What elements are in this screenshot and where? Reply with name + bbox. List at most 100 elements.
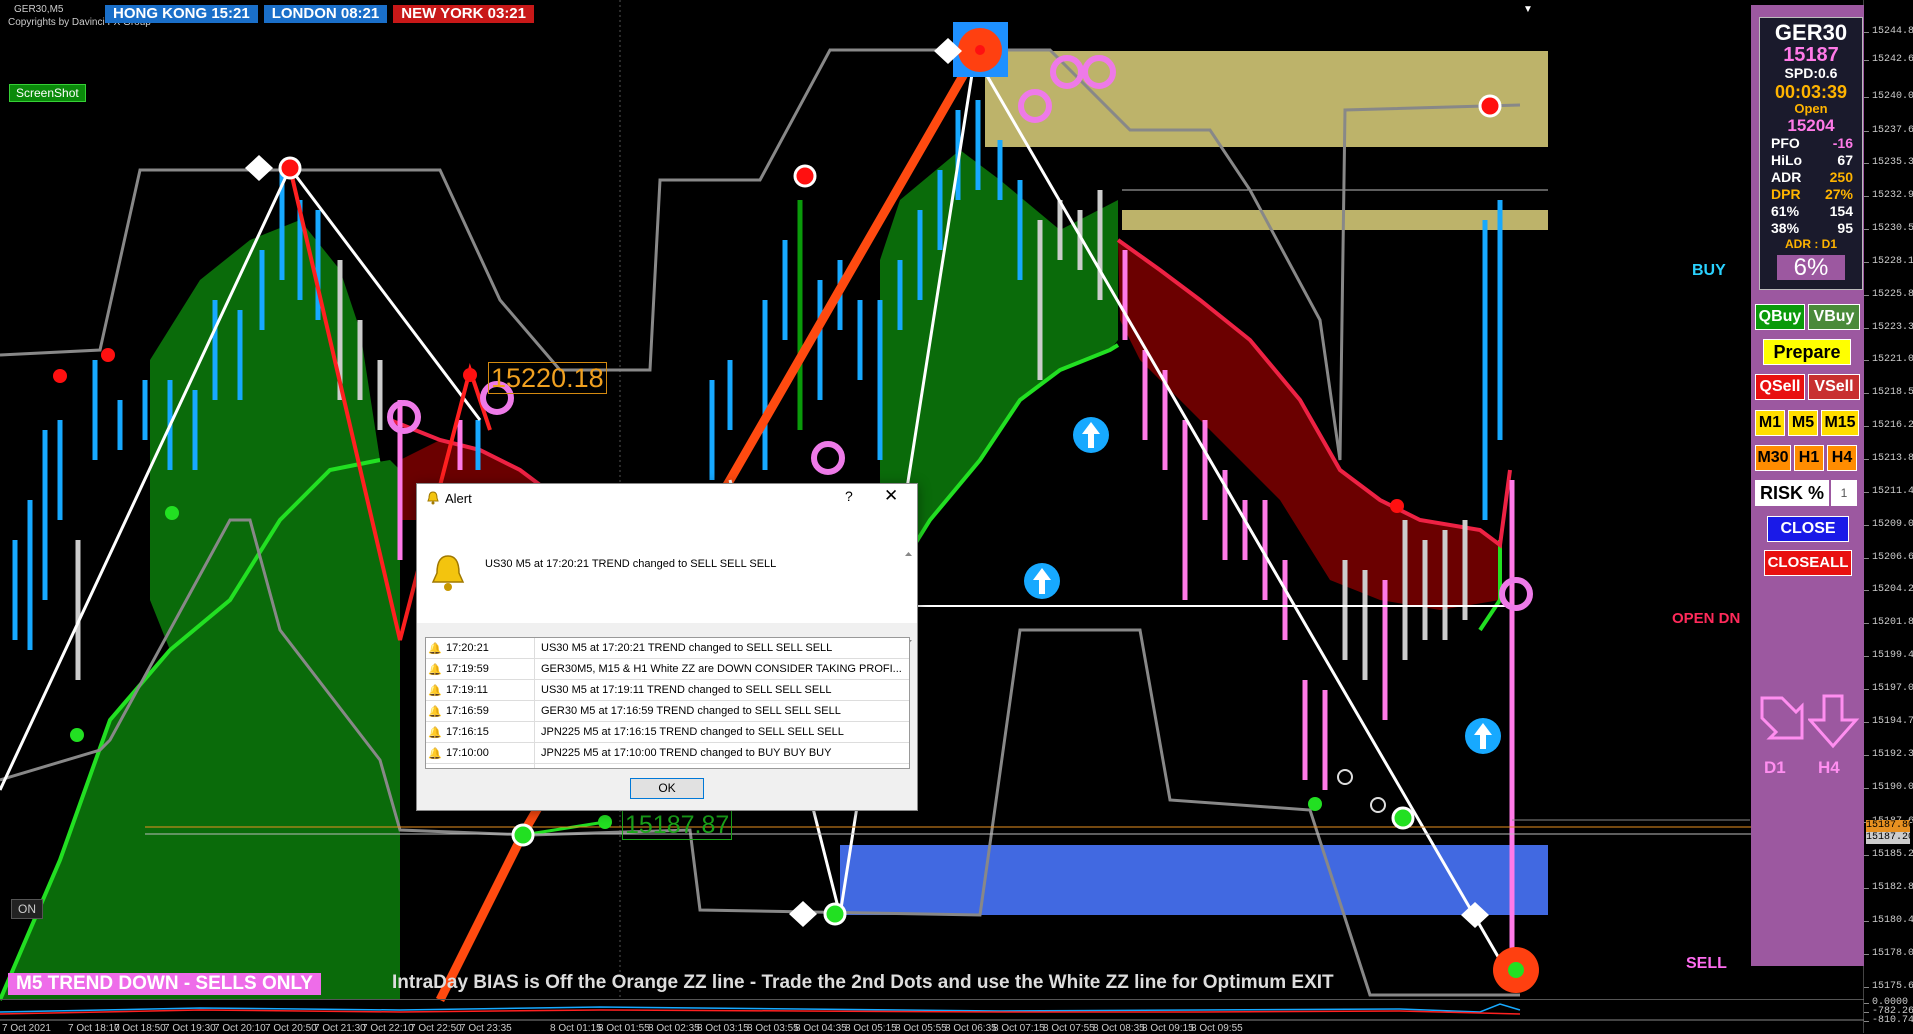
time-tick: 7 Oct 20:50 bbox=[265, 1023, 317, 1034]
alert-time: 17:10:00 bbox=[444, 743, 535, 763]
bias-note: IntraDay BIAS is Off the Orange ZZ line … bbox=[392, 972, 1334, 993]
alert-list-item[interactable]: 🔔 17:19:11 US30 M5 at 17:19:11 TREND chang… bbox=[426, 680, 909, 701]
price-tick-mark bbox=[1864, 590, 1869, 591]
alert-list-item[interactable]: 🔔 17:19:59 GER30M5, M15 & H1 White ZZ are … bbox=[426, 659, 909, 680]
alert-history-list[interactable]: 🔔 17:20:21 US30 M5 at 17:20:21 TREND chang… bbox=[425, 637, 910, 769]
price-tick: 15223.35 bbox=[1872, 322, 1913, 333]
price-tick: 15230.55 bbox=[1872, 223, 1913, 234]
time-tick: 8 Oct 07:15 bbox=[993, 1023, 1045, 1034]
bell-icon: 🔔 bbox=[428, 705, 442, 718]
price-tick: 15199.45 bbox=[1872, 650, 1913, 661]
time-tick: 8 Oct 06:35 bbox=[945, 1023, 997, 1034]
price-tick: 15178.00 bbox=[1872, 948, 1913, 959]
tf-m5-button[interactable]: M5 bbox=[1788, 410, 1818, 436]
qbuy-button[interactable]: QBuy bbox=[1755, 304, 1805, 330]
ok-button[interactable]: OK bbox=[630, 778, 704, 799]
screenshot-button[interactable]: ScreenShot bbox=[9, 84, 86, 102]
price-tick-mark bbox=[1864, 1021, 1869, 1022]
alert-list-item[interactable]: 🔔 17:20:21 US30 M5 at 17:20:21 TREND chang… bbox=[426, 638, 909, 659]
vbuy-button[interactable]: VBuy bbox=[1808, 304, 1860, 330]
time-tick: 7 Oct 2021 bbox=[2, 1023, 51, 1034]
price-tick: 15235.30 bbox=[1872, 157, 1913, 168]
time-tick: 8 Oct 02:35 bbox=[648, 1023, 700, 1034]
alert-text: GER30 M5 at 17:16:59 TREND changed to SE… bbox=[541, 705, 841, 717]
price-tick-mark bbox=[1864, 722, 1869, 723]
time-tick: 8 Oct 05:15 bbox=[845, 1023, 897, 1034]
price-tick-mark bbox=[1864, 525, 1869, 526]
info-row: ADR 250 bbox=[1760, 169, 1862, 186]
alert-list-item[interactable]: 🔔 17:10:00 JPN225 M5 at 17:10:00 TREND cha… bbox=[426, 743, 909, 764]
alert-dialog: Alert ? ✕ US30 M5 at 17:20:21 TREND chan… bbox=[416, 483, 918, 811]
price-tick-mark bbox=[1864, 393, 1869, 394]
close-button[interactable]: CLOSE bbox=[1767, 516, 1849, 542]
bell-icon: 🔔 bbox=[428, 663, 442, 676]
message-scrollbar[interactable] bbox=[903, 549, 914, 647]
price-tick-mark bbox=[1864, 921, 1869, 922]
time-tick: 8 Oct 01:55 bbox=[598, 1023, 650, 1034]
tf-m15-button[interactable]: M15 bbox=[1821, 410, 1859, 436]
time-tick: 7 Oct 23:35 bbox=[460, 1023, 512, 1034]
closeall-button[interactable]: CLOSEALL bbox=[1764, 550, 1852, 576]
price-tick-mark bbox=[1864, 623, 1869, 624]
vsell-button[interactable]: VSell bbox=[1808, 374, 1860, 400]
time-tick: 8 Oct 03:55 bbox=[747, 1023, 799, 1034]
chart-close-icon[interactable]: ▼ bbox=[1523, 4, 1533, 15]
alert-time: 17:16:59 bbox=[444, 701, 535, 721]
info-row: 38% 95 bbox=[1760, 220, 1862, 237]
price-tick-mark bbox=[1864, 788, 1869, 789]
tf-m30-button[interactable]: M30 bbox=[1755, 445, 1791, 471]
info-row-label: PFO bbox=[1771, 135, 1800, 151]
alert-title: Alert bbox=[445, 491, 472, 506]
price-tick: 15209.05 bbox=[1872, 519, 1913, 530]
help-button[interactable]: ? bbox=[845, 488, 853, 504]
alert-list-item[interactable]: 🔔17:09:35JPN225 M5 at 17:09:35 TREND cha… bbox=[426, 764, 909, 769]
tf-m1-button[interactable]: M1 bbox=[1755, 410, 1785, 436]
price-tick-mark bbox=[1864, 60, 1869, 61]
tf-h4-button[interactable]: H4 bbox=[1827, 445, 1857, 471]
on-toggle-button[interactable]: ON bbox=[11, 899, 43, 919]
price-label-low: 15187.87 bbox=[622, 810, 733, 840]
info-row-value: 95 bbox=[1837, 220, 1853, 236]
qsell-button[interactable]: QSell bbox=[1755, 374, 1805, 400]
price-tick: 15216.20 bbox=[1872, 420, 1913, 431]
time-tick: 7 Oct 19:30 bbox=[164, 1023, 216, 1034]
price-tick: 15232.90 bbox=[1872, 190, 1913, 201]
bell-icon: 🔔 bbox=[428, 642, 442, 655]
info-row-value: -16 bbox=[1832, 135, 1853, 151]
bell-icon: 🔔 bbox=[426, 768, 444, 769]
price-tick-mark bbox=[1864, 32, 1869, 33]
open-dn-label: OPEN DN bbox=[1672, 610, 1741, 627]
prepare-button[interactable]: Prepare bbox=[1763, 339, 1851, 365]
price-tick: 15204.25 bbox=[1872, 584, 1913, 595]
alert-list-item[interactable]: 🔔 17:16:15 JPN225 M5 at 17:16:15 TREND cha… bbox=[426, 722, 909, 743]
price-tick: 15192.30 bbox=[1872, 749, 1913, 760]
price-chart[interactable] bbox=[0, 0, 1913, 1033]
price-tick: 15206.65 bbox=[1872, 552, 1913, 563]
alert-text: JPN225 M5 at 17:10:00 TREND changed to B… bbox=[541, 747, 832, 759]
price-tick: 15225.80 bbox=[1872, 289, 1913, 300]
price-tick: 15175.65 bbox=[1872, 981, 1913, 992]
alert-titlebar[interactable]: Alert ? ✕ bbox=[417, 484, 917, 513]
close-dialog-button[interactable]: ✕ bbox=[884, 486, 898, 506]
trend-status-banner: M5 TREND DOWN - SELLS ONLY bbox=[8, 973, 321, 995]
price-tick-mark bbox=[1864, 954, 1869, 955]
tf-h1-button[interactable]: H1 bbox=[1794, 445, 1824, 471]
alert-text: JPN225 M5 at 17:16:15 TREND changed to S… bbox=[541, 726, 844, 738]
alert-list-item[interactable]: 🔔 17:16:59 GER30 M5 at 17:16:59 TREND chan… bbox=[426, 701, 909, 722]
price-tick-mark bbox=[1864, 426, 1869, 427]
sell-label: SELL bbox=[1686, 955, 1727, 972]
time-tick: 8 Oct 09:15 bbox=[1142, 1023, 1194, 1034]
info-row-value: 250 bbox=[1829, 169, 1853, 185]
d1-label: D1 bbox=[1764, 758, 1786, 777]
symbol-name: GER30 bbox=[1774, 20, 1848, 45]
current-price: 15187 bbox=[1783, 44, 1839, 66]
price-tick-mark bbox=[1864, 295, 1869, 296]
risk-input[interactable]: 1 bbox=[1831, 480, 1857, 506]
alert-message: US30 M5 at 17:20:21 TREND changed to SEL… bbox=[485, 558, 777, 570]
price-tick-mark bbox=[1864, 987, 1869, 988]
info-row: DPR 27% bbox=[1760, 186, 1862, 203]
price-tick-mark bbox=[1864, 229, 1869, 230]
info-row-value: 67 bbox=[1837, 152, 1853, 168]
info-row-value: 27% bbox=[1824, 186, 1853, 202]
price-tick-mark bbox=[1864, 360, 1869, 361]
